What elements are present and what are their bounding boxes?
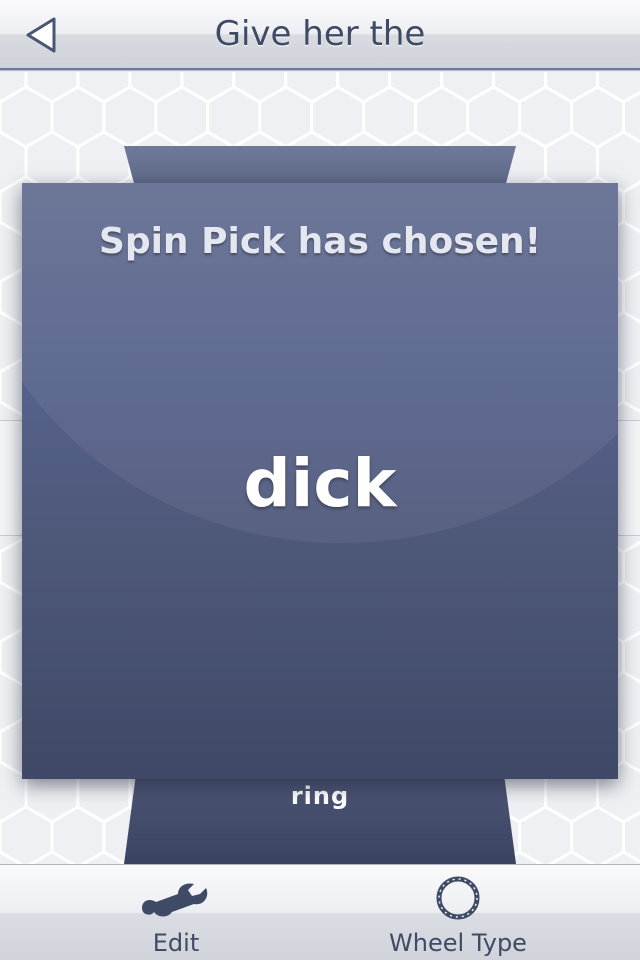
edit-label: Edit [152, 929, 200, 957]
ring-icon [436, 876, 480, 920]
wheel-side-band-left [0, 420, 24, 536]
wheel-type-button[interactable]: Wheel Type [358, 865, 558, 960]
edit-button[interactable]: Edit [76, 865, 276, 960]
wheel-side-band-right [616, 420, 640, 536]
bottom-toolbar: Edit Wheel Type [0, 864, 640, 960]
navigation-bar: Give her the [0, 0, 640, 70]
wheel-type-label: Wheel Type [389, 929, 527, 957]
result-text: dick [243, 445, 397, 522]
wheel-item-label: ring [290, 782, 350, 810]
result-heading: Spin Pick has chosen! [98, 221, 542, 262]
page-title: Give her the [214, 14, 426, 54]
result-card[interactable]: Spin Pick has chosen! dick [22, 183, 618, 779]
wrench-icon [142, 883, 208, 917]
